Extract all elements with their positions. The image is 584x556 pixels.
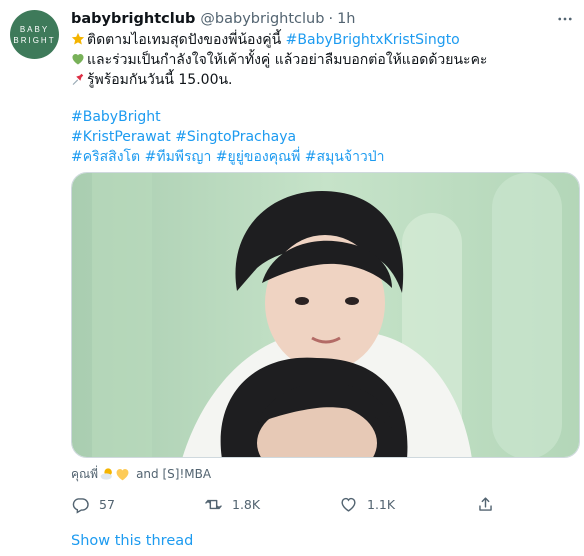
like-icon [341, 497, 356, 512]
show-thread-link[interactable]: Show this thread [71, 533, 193, 549]
retweet-icon [205, 499, 222, 509]
text-line-1-plain: ติดตามไอเทมสุดปังของพี่น้องคู่นี้ [87, 32, 286, 48]
user-handle[interactable]: @babybrightclub [200, 11, 324, 27]
timestamp[interactable]: 1h [337, 11, 355, 27]
photo-image [72, 173, 579, 457]
share-icon [479, 496, 492, 511]
text-line-1: ติดตามไอเทมสุดปังของพี่น้องคู่นี้ #BabyB… [71, 30, 576, 50]
yellow-heart-emoji [116, 469, 129, 481]
star-emoji [71, 32, 85, 45]
reply-button[interactable]: 57 [71, 490, 115, 518]
text-line-3: รู้พร้อมกันวันนี้ 15.00น. [71, 70, 576, 90]
text-line-2-plain: และร่วมเป็นกำลังใจให้เค้าทั้งคู่ แล้วอย่… [87, 52, 488, 68]
reply-count: 57 [99, 496, 115, 512]
tweet-header: babybrightclub @babybrightclub · 1h [71, 8, 576, 30]
tagged-prefix: คุณพี่ [71, 466, 99, 481]
green-heart-emoji [72, 54, 84, 65]
pushpin-emoji [72, 73, 84, 85]
tweet-actions: 57 1.8K 1.1K [71, 490, 511, 518]
retweet-count: 1.8K [232, 496, 261, 512]
more-icon[interactable] [554, 8, 576, 30]
avatar-text-top: BABY [19, 24, 50, 34]
hashtag-team-peeraya[interactable]: #ทีมพีรญา [145, 149, 212, 165]
tweet-text: ติดตามไอเทมสุดปังของพี่น้องคู่นี้ #BabyB… [71, 30, 576, 167]
hashtag-singtoprachaya[interactable]: #SingtoPrachaya [175, 129, 296, 145]
display-name[interactable]: babybrightclub [71, 11, 195, 27]
sun-cloud-emoji [100, 468, 112, 480]
tweet-photo[interactable] [71, 172, 580, 458]
reply-icon [72, 497, 89, 514]
avatar-text-bottom: BRIGHT [13, 35, 56, 45]
tagged-suffix: and [S]!MBA [136, 467, 212, 481]
like-button[interactable]: 1.1K [339, 490, 395, 518]
hashtag-kristsingto-thai[interactable]: #คริสสิงโต [71, 149, 140, 165]
hashtag-yuyu-khunphi[interactable]: #ยูยู่ของคุณพี่ [216, 149, 301, 165]
hashtag-kristperawat[interactable]: #KristPerawat [71, 129, 171, 145]
hashtag-samun-chaopa[interactable]: #สมุนจ้าวป่า [305, 149, 385, 165]
separator-dot: · [328, 11, 334, 27]
tagged-users[interactable]: คุณพี่ and [S]!MBA [71, 464, 211, 484]
text-line-2: และร่วมเป็นกำลังใจให้เค้าทั้งคู่ แล้วอย่… [71, 50, 576, 70]
share-button[interactable] [476, 490, 495, 518]
hashtag-babybrightxkristsingto[interactable]: #BabyBrightxKristSingto [286, 32, 460, 48]
like-count: 1.1K [367, 496, 396, 512]
avatar[interactable]: BABY BRIGHT [10, 10, 59, 59]
tweet-card[interactable]: BABY BRIGHT babybrightclub @babybrightcl… [0, 0, 584, 556]
text-line-3-plain: รู้พร้อมกันวันนี้ 15.00น. [87, 72, 233, 88]
retweet-button[interactable]: 1.8K [204, 490, 260, 518]
hashtag-babybright[interactable]: #BabyBright [71, 109, 161, 125]
